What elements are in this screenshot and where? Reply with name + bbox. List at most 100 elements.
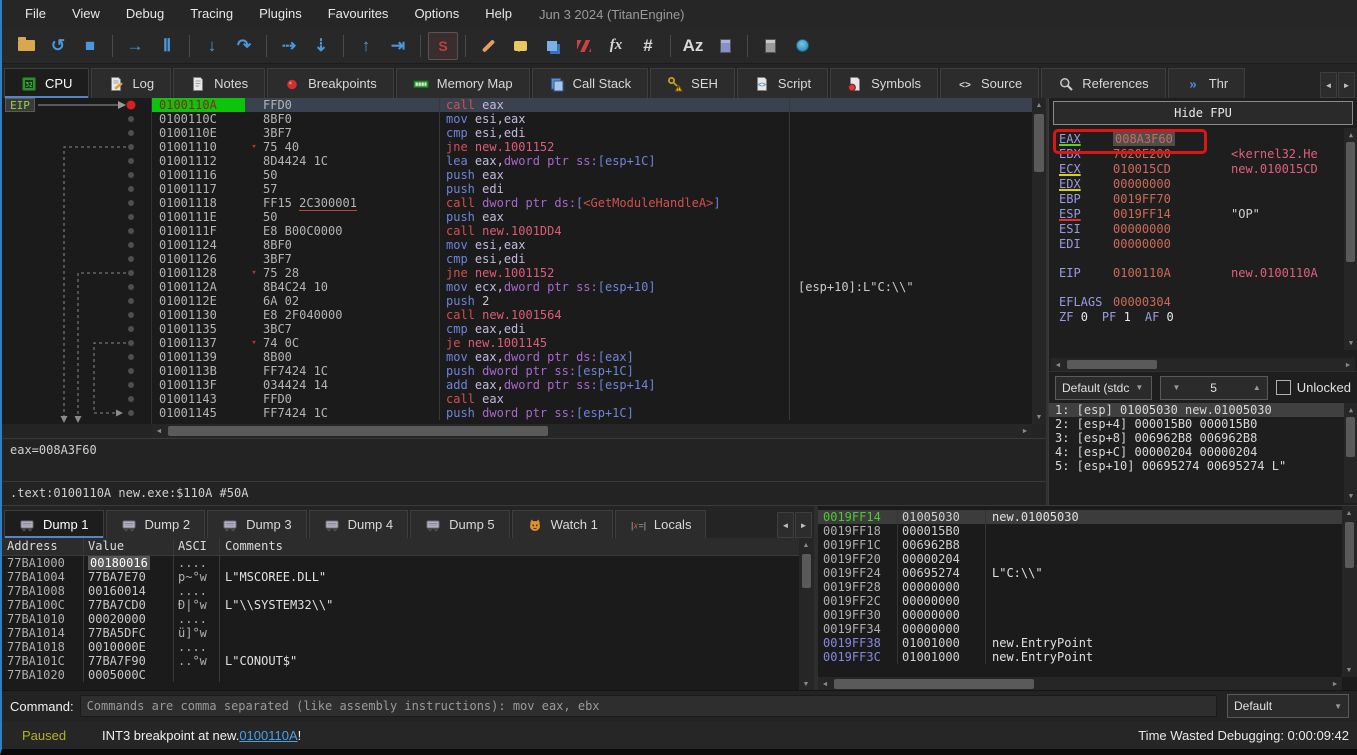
tab-log[interactable]: Log bbox=[91, 68, 171, 98]
disasm-row[interactable]: 010011353BC7cmp eax,edi bbox=[152, 322, 1032, 336]
unlocked-checkbox[interactable] bbox=[1276, 380, 1291, 395]
scroll-down-icon[interactable]: ▼ bbox=[1342, 663, 1356, 677]
stack-vertical-scrollbar[interactable]: ▲ ▼ bbox=[1342, 506, 1357, 677]
disasm-row[interactable]: 010011398B00mov eax,dword ptr ds:[eax] bbox=[152, 350, 1032, 364]
restart-icon[interactable]: ↺ bbox=[43, 32, 73, 60]
tab-scroll-right-icon[interactable]: ► bbox=[795, 512, 812, 538]
close-icon[interactable]: ■ bbox=[75, 32, 105, 60]
dump-row[interactable]: 77BA100000180016.... bbox=[2, 556, 799, 570]
disasm-row[interactable]: 010011248BF0mov esi,eax bbox=[152, 238, 1032, 252]
scroll-up-icon[interactable]: ▲ bbox=[799, 538, 813, 552]
tab-notes[interactable]: Notes bbox=[173, 68, 265, 98]
disasm-row[interactable]: 010011128D4424 1Clea eax,dword ptr ss:[e… bbox=[152, 154, 1032, 168]
menu-item-view[interactable]: View bbox=[59, 0, 113, 28]
scroll-down-icon[interactable]: ▼ bbox=[799, 677, 813, 691]
dump-tab-dump-4[interactable]: Dump 4 bbox=[309, 510, 409, 538]
menu-item-debug[interactable]: Debug bbox=[113, 0, 177, 28]
tab-thr[interactable]: »Thr bbox=[1168, 68, 1246, 98]
register-row-edx[interactable]: EDX00000000 bbox=[1059, 177, 1357, 192]
dump-row[interactable]: 77BA100C77BA7CD0Ð|°wL"\\SYSTEM32\\" bbox=[2, 598, 799, 612]
scroll-left-icon[interactable]: ◄ bbox=[1051, 358, 1065, 372]
register-row-ebx[interactable]: EBX7620E200<kernel32.He bbox=[1059, 147, 1357, 162]
step-into-icon[interactable]: ↓ bbox=[197, 32, 227, 60]
disasm-row[interactable]: 0100110AFFD0call eax bbox=[152, 98, 1032, 112]
dump-vertical-scrollbar[interactable]: ▲ ▼ bbox=[799, 538, 814, 691]
tab-memory-map[interactable]: Memory Map bbox=[396, 68, 530, 98]
dump-row[interactable]: 77BA10200005000C bbox=[2, 668, 799, 682]
register-row-eflags[interactable]: EFLAGS00000304 bbox=[1059, 295, 1357, 310]
favourites-icon[interactable] bbox=[537, 32, 567, 60]
spin-up-icon[interactable]: ▲ bbox=[1253, 383, 1261, 392]
register-value[interactable]: 00000000 bbox=[1113, 237, 1201, 252]
dump-row[interactable]: 77BA10180010000E.... bbox=[2, 640, 799, 654]
disasm-row[interactable]: 01001137▾74 0Cje new.1001145 bbox=[152, 336, 1032, 350]
dump-tab-dump-5[interactable]: Dump 5 bbox=[410, 510, 510, 538]
step-over-icon[interactable]: ↷ bbox=[229, 32, 259, 60]
disasm-row[interactable]: 0100110E3BF7cmp esi,edi bbox=[152, 126, 1032, 140]
stack-row[interactable]: 0019FF3801001000new.EntryPoint bbox=[818, 636, 1342, 650]
dump-tab-dump-2[interactable]: Dump 2 bbox=[106, 510, 206, 538]
scroll-right-icon[interactable]: ► bbox=[1018, 424, 1032, 438]
scroll-up-icon[interactable]: ▲ bbox=[1032, 98, 1046, 112]
dump-row[interactable]: 77BA101C77BA7F90..°wL"CONOUT$" bbox=[2, 654, 799, 668]
stack-row[interactable]: 0019FF2C00000000 bbox=[818, 594, 1342, 608]
menu-item-tracing[interactable]: Tracing bbox=[177, 0, 246, 28]
disasm-row[interactable]: 01001110▾75 40jne new.1001152 bbox=[152, 140, 1032, 154]
globe-icon[interactable] bbox=[787, 32, 817, 60]
scroll-down-icon[interactable]: ▼ bbox=[1032, 410, 1046, 424]
scroll-right-icon[interactable]: ► bbox=[1341, 358, 1355, 372]
disasm-row[interactable]: 0100113F034424 14add eax,dword ptr ss:[e… bbox=[152, 378, 1032, 392]
dump-row[interactable]: 77BA100800160014.... bbox=[2, 584, 799, 598]
tab-call-stack[interactable]: Call Stack bbox=[532, 68, 649, 98]
disasm-row[interactable]: 0100112A8B4C24 10mov ecx,dword ptr ss:[e… bbox=[152, 280, 1032, 294]
register-value[interactable]: 00000000 bbox=[1113, 222, 1201, 237]
tab-scroll-left-icon[interactable]: ◄ bbox=[777, 512, 794, 538]
scroll-down-icon[interactable]: ▼ bbox=[1344, 336, 1357, 350]
stack-row[interactable]: 0019FF2000000204 bbox=[818, 552, 1342, 566]
menu-item-options[interactable]: Options bbox=[401, 0, 472, 28]
scroll-up-icon[interactable]: ▲ bbox=[1344, 128, 1357, 142]
disasm-row[interactable]: 0100112E6A 02push 2 bbox=[152, 294, 1032, 308]
register-value[interactable]: 0100110A bbox=[1113, 266, 1201, 281]
spin-down-icon[interactable]: ▼ bbox=[1173, 383, 1181, 392]
disasm-row[interactable]: 0100111FE8 B00C0000call new.1001DD4 bbox=[152, 224, 1032, 238]
scroll-up-icon[interactable]: ▲ bbox=[1344, 403, 1357, 417]
case-icon[interactable]: Az bbox=[678, 32, 708, 60]
scroll-right-icon[interactable]: ► bbox=[1328, 677, 1342, 691]
argument-row[interactable]: 3: [esp+8] 006962B8 006962B8 bbox=[1049, 431, 1357, 445]
strings-icon[interactable]: S bbox=[428, 32, 458, 60]
disasm-row[interactable]: 010011263BF7cmp esi,edi bbox=[152, 252, 1032, 266]
tab-references[interactable]: References bbox=[1041, 68, 1165, 98]
comments-icon[interactable] bbox=[505, 32, 535, 60]
open-file-icon[interactable] bbox=[11, 32, 41, 60]
function-icon[interactable]: fx bbox=[601, 32, 631, 60]
scroll-left-icon[interactable]: ◄ bbox=[818, 677, 832, 691]
arguments-vertical-scrollbar[interactable]: ▲ ▼ bbox=[1344, 403, 1357, 503]
disasm-row[interactable]: 01001145FF7424 1Cpush dword ptr ss:[esp+… bbox=[152, 406, 1032, 420]
register-row-ecx[interactable]: ECX010015CDnew.010015CD bbox=[1059, 162, 1357, 177]
menu-item-file[interactable]: File bbox=[12, 0, 59, 28]
stack-row[interactable]: 0019FF3400000000 bbox=[818, 622, 1342, 636]
argument-row[interactable]: 4: [esp+C] 00000204 00000204 bbox=[1049, 445, 1357, 459]
argument-row[interactable]: 1: [esp] 01005030 new.01005030 bbox=[1049, 403, 1357, 417]
menu-item-help[interactable]: Help bbox=[472, 0, 525, 28]
register-value[interactable]: 010015CD bbox=[1113, 162, 1201, 177]
hash-icon[interactable]: # bbox=[633, 32, 663, 60]
calculator-icon[interactable] bbox=[755, 32, 785, 60]
register-row-eax[interactable]: EAX008A3F60 bbox=[1059, 132, 1357, 147]
disasm-row[interactable]: 01001128▾75 28jne new.1001152 bbox=[152, 266, 1032, 280]
dump-row[interactable]: 77BA100477BA7E70p~°wL"MSCOREE.DLL" bbox=[2, 570, 799, 584]
menu-item-favourites[interactable]: Favourites bbox=[315, 0, 402, 28]
dump-column-header[interactable]: ASCI bbox=[174, 538, 220, 555]
flag-value[interactable]: 1 bbox=[1124, 310, 1131, 325]
command-profile-select[interactable]: Default ▼ bbox=[1227, 694, 1349, 718]
patch-icon[interactable] bbox=[473, 32, 503, 60]
scroll-down-icon[interactable]: ▼ bbox=[1344, 489, 1357, 503]
register-row-esp[interactable]: ESP0019FF14"OP" bbox=[1059, 207, 1357, 222]
disasm-row[interactable]: 01001118FF15 2C300001call dword ptr ds:[… bbox=[152, 196, 1032, 210]
dump-tab-dump-1[interactable]: Dump 1 bbox=[4, 510, 104, 538]
stack-row[interactable]: 0019FF18000015B0 bbox=[818, 524, 1342, 538]
argument-depth-spinner[interactable]: ▼ 5 ▲ bbox=[1160, 376, 1268, 400]
run-icon[interactable]: → bbox=[120, 32, 150, 60]
dump-tab-watch-1[interactable]: Watch 1 bbox=[512, 510, 613, 538]
